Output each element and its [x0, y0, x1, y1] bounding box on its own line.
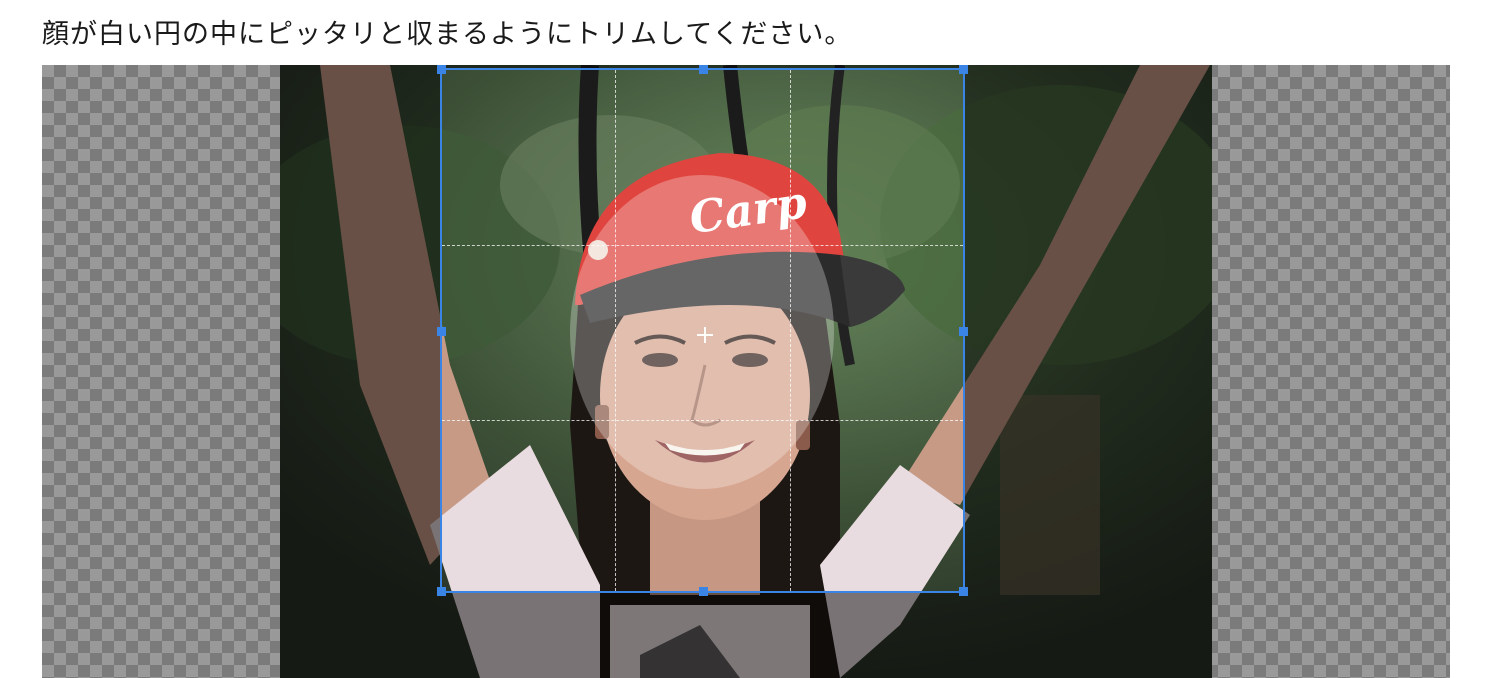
resize-handle-left[interactable] [437, 327, 446, 336]
crop-workspace: Carp [42, 65, 1450, 678]
resize-handle-top-right[interactable] [959, 65, 968, 74]
resize-handle-bottom-right[interactable] [959, 587, 968, 596]
resize-handle-top[interactable] [699, 65, 708, 74]
resize-handle-right[interactable] [959, 327, 968, 336]
resize-handle-bottom[interactable] [699, 587, 708, 596]
crosshair-icon [697, 327, 713, 343]
instruction-text: 顔が白い円の中にピッタリと収まるようにトリムしてください。 [42, 19, 853, 50]
photo[interactable]: Carp [280, 65, 1212, 678]
resize-handle-top-left[interactable] [437, 65, 446, 74]
crop-box[interactable] [437, 65, 968, 596]
resize-handle-bottom-left[interactable] [437, 587, 446, 596]
